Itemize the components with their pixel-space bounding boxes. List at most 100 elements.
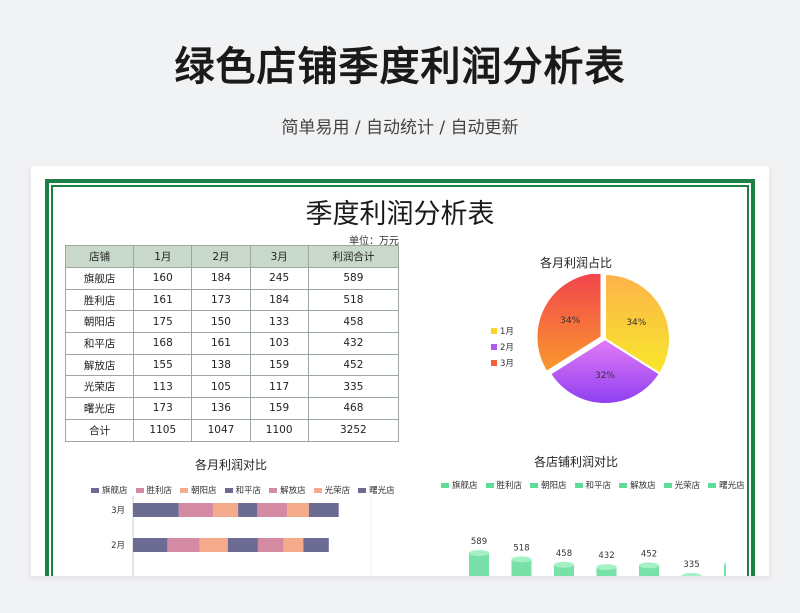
vbar-bar-cap — [554, 561, 574, 568]
pie-chart-title: 各月利润占比 — [539, 256, 612, 270]
table-header-cell: 利润合计 — [307, 245, 400, 268]
table-cell: 518 — [307, 288, 400, 312]
pie-data-label: 34% — [626, 318, 646, 328]
vbar-bar-body — [724, 563, 726, 576]
table-cell: 159 — [249, 397, 309, 420]
legend-swatch — [313, 487, 322, 493]
pie-legend-label: 3月 — [500, 359, 514, 369]
table-header-cell: 2月 — [191, 245, 251, 268]
hbar-segment — [238, 503, 258, 517]
legend-swatch — [441, 482, 449, 488]
legend-item: 解放店 — [269, 484, 306, 496]
hbar-category-label: 2月 — [111, 541, 125, 551]
legend-swatch — [663, 482, 672, 488]
hbar-category-label: 3月 — [111, 506, 125, 516]
legend-item: 曙光店 — [358, 484, 395, 496]
hbar-segment — [167, 538, 200, 552]
table-cell: 161 — [191, 332, 251, 355]
table-cell: 245 — [249, 267, 309, 290]
table-cell: 3252 — [307, 418, 400, 442]
pie-chart: 34% 32% 34% 1月 2月 3月 — [491, 274, 671, 405]
legend-item: 光荣店 — [313, 484, 351, 496]
vbar-legend: 旗舰店 胜利店 朝阳店 和平店 解放店 光荣店 曙光店 — [441, 479, 753, 491]
table-cell: 468 — [307, 397, 400, 420]
hbar-segment — [303, 538, 329, 552]
table-row: 和平店 168 161 103 432 — [64, 332, 400, 355]
table-cell: 335 — [307, 375, 400, 399]
legend-swatch — [224, 487, 233, 493]
legend-label: 曙光店 — [719, 481, 745, 491]
legend-label: 光荣店 — [674, 481, 701, 491]
hbar-legend: 旗舰店 胜利店 朝阳店 和平店 解放店 光荣店 曙光店 — [91, 484, 403, 496]
hbar-chart-title: 各月利润对比 — [194, 458, 267, 472]
table-row: 合计 1105 1047 1100 3252 — [64, 418, 400, 442]
table-cell: 133 — [249, 310, 309, 334]
hbar-segment — [133, 503, 179, 517]
vbar-bar-cap — [681, 572, 702, 576]
legend-item: 和平店 — [574, 479, 612, 491]
table-cell: 105 — [191, 375, 251, 399]
vbar-chart: 589518458432452335468 — [469, 537, 726, 576]
table-header-cell: 1月 — [133, 245, 193, 268]
table-cell: 1100 — [249, 418, 309, 442]
legend-swatch — [269, 487, 278, 493]
pie-legend-swatch — [491, 344, 497, 350]
table-cell: 155 — [133, 353, 193, 377]
vbar-data-label: 458 — [556, 549, 572, 559]
table-row: 曙光店 173 136 159 468 — [64, 397, 400, 420]
legend-item: 胜利店 — [485, 479, 523, 491]
vbar-chart-title: 各店铺利润对比 — [533, 455, 618, 469]
vbar-bar — [724, 562, 726, 576]
table-header-cell: 店铺 — [64, 245, 135, 268]
legend-item: 光荣店 — [663, 479, 701, 491]
legend-swatch — [358, 487, 367, 493]
hbar-chart: 3月 2月 — [111, 496, 372, 576]
table-cell: 136 — [191, 397, 251, 420]
table-cell: 解放店 — [64, 353, 135, 377]
sheet-title: 季度利润分析表 — [305, 199, 495, 230]
vbar-bar-cap — [596, 564, 617, 571]
legend-swatch — [135, 487, 144, 493]
table-cell: 117 — [249, 375, 309, 399]
legend-swatch — [91, 487, 99, 493]
table-row: 解放店 155 138 159 452 — [64, 353, 400, 377]
legend-label: 解放店 — [630, 481, 656, 491]
table-cell: 168 — [133, 332, 193, 355]
vbar-bar — [469, 549, 489, 576]
legend-label: 光荣店 — [324, 486, 351, 496]
vbar-data-label: 432 — [598, 551, 614, 561]
page-title: 绿色店铺季度利润分析表 — [174, 44, 626, 90]
legend-swatch — [619, 482, 628, 488]
legend-label: 解放店 — [280, 486, 306, 496]
legend-item: 旗舰店 — [91, 484, 128, 496]
table-cell: 113 — [133, 375, 193, 399]
hbar-segment — [199, 538, 228, 552]
vbar-bar — [639, 562, 659, 576]
legend-swatch — [530, 482, 539, 488]
table-cell: 173 — [133, 397, 193, 420]
vbar-data-label: 518 — [513, 543, 529, 553]
legend-label: 旗舰店 — [102, 486, 128, 496]
legend-label: 胜利店 — [496, 481, 523, 491]
hbar-segment — [213, 503, 239, 517]
vbar-bar — [681, 572, 702, 576]
table-row: 朝阳店 175 150 133 458 — [64, 310, 400, 334]
hbar-segment — [178, 503, 214, 517]
table-cell: 175 — [133, 310, 193, 334]
page-subtitle: 简单易用 / 自动统计 / 自动更新 — [281, 118, 519, 138]
hbar-segment — [287, 503, 309, 517]
table-cell: 458 — [307, 310, 400, 334]
table-cell: 589 — [307, 267, 400, 290]
legend-label: 和平店 — [585, 481, 612, 491]
legend-item: 和平店 — [224, 484, 261, 496]
table-row: 光荣店 113 105 117 335 — [64, 375, 400, 399]
table-cell: 和平店 — [64, 332, 135, 355]
vbar-data-label: 335 — [683, 560, 699, 570]
legend-item: 旗舰店 — [441, 479, 478, 491]
table-cell: 103 — [249, 332, 309, 355]
table-cell: 184 — [249, 288, 309, 312]
hbar-segment — [227, 538, 258, 552]
vbar-bar-body — [469, 552, 489, 576]
table-cell: 452 — [307, 353, 400, 377]
legend-label: 旗舰店 — [452, 481, 478, 491]
